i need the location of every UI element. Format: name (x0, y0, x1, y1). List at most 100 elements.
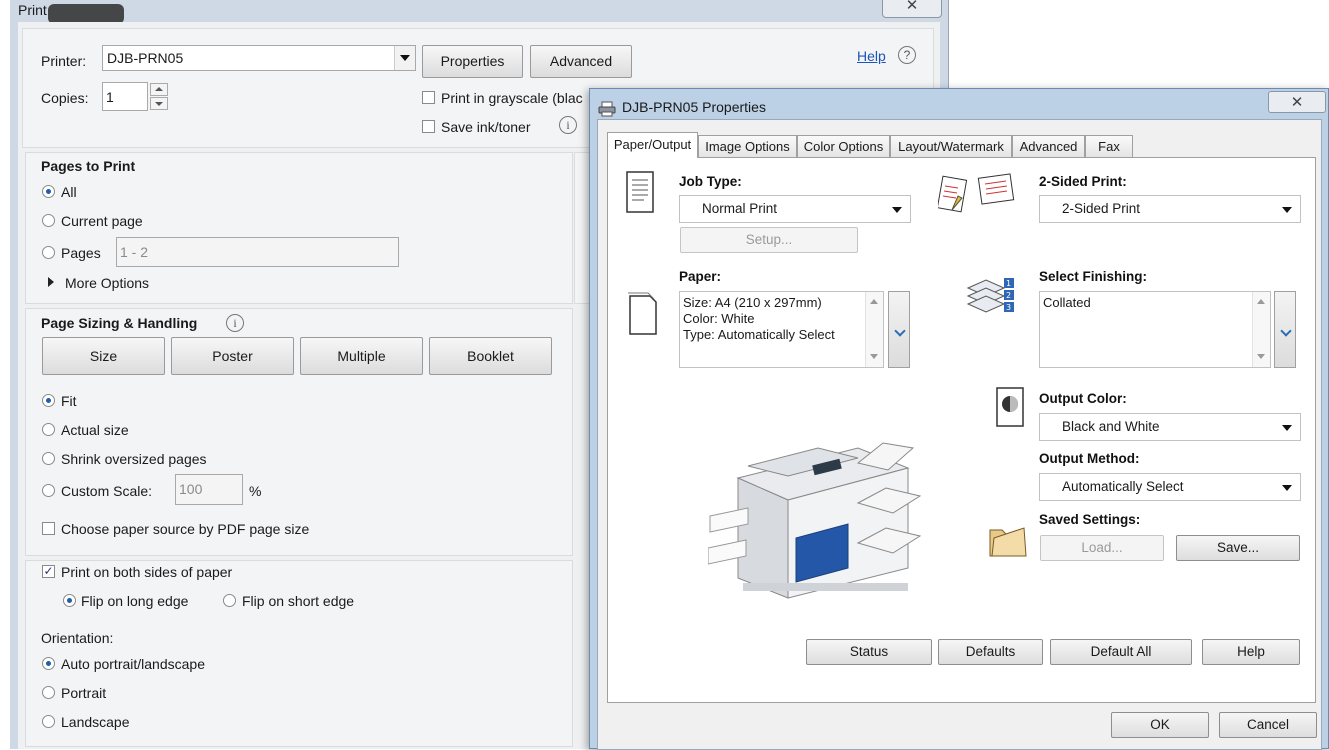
two-sided-label: 2-Sided Print: (1039, 174, 1127, 189)
chevron-down-icon (1282, 485, 1292, 491)
output-method-value: Automatically Select (1062, 479, 1184, 494)
copies-input[interactable]: 1 (102, 82, 148, 111)
long-edge-radio[interactable] (63, 594, 76, 607)
output-color-value: Black and White (1062, 419, 1160, 434)
paper-summary-text: Size: A4 (210 x 297mm) Color: White Type… (683, 295, 835, 343)
printer-select[interactable]: DJB-PRN05 (102, 45, 416, 71)
default-all-button[interactable]: Default All (1050, 639, 1192, 665)
custom-scale-value: 100 (179, 481, 203, 497)
shrink-label: Shrink oversized pages (61, 451, 207, 467)
shrink-radio[interactable] (42, 452, 55, 465)
scroll-up-icon[interactable] (870, 299, 878, 304)
finishing-stack-icon: 1 2 3 (966, 276, 1018, 319)
properties-dialog-title: DJB-PRN05 Properties (622, 99, 766, 115)
fit-radio[interactable] (42, 394, 55, 407)
copies-label: Copies: (41, 90, 89, 106)
scroll-down-icon[interactable] (1257, 354, 1265, 359)
paper-color-line: Color: White (683, 311, 755, 326)
actual-size-radio[interactable] (42, 423, 55, 436)
two-sided-value: 2-Sided Print (1062, 201, 1141, 216)
current-page-radio[interactable] (42, 214, 55, 227)
pages-all-label: All (61, 184, 77, 200)
pages-range-input[interactable]: 1 - 2 (116, 237, 399, 267)
custom-scale-input[interactable]: 100 (175, 474, 243, 505)
booklet-button[interactable]: Booklet (429, 337, 552, 375)
both-sides-checkbox[interactable]: ✓ (42, 565, 55, 578)
both-sides-label: Print on both sides of paper (61, 564, 233, 580)
portrait-label: Portrait (61, 685, 107, 701)
short-edge-label: Flip on short edge (242, 593, 355, 609)
print-close-button[interactable]: ✕ (882, 0, 942, 18)
poster-button[interactable]: Poster (171, 337, 294, 375)
grayscale-checkbox[interactable] (422, 91, 435, 104)
pages-range-radio[interactable] (42, 246, 55, 259)
help-button[interactable]: Help (1202, 639, 1300, 665)
printer-icon (598, 101, 616, 120)
output-color-select[interactable]: Black and White (1039, 413, 1301, 441)
setup-button[interactable]: Setup... (680, 227, 858, 253)
chevron-down-icon (394, 46, 415, 70)
landscape-radio[interactable] (42, 715, 55, 728)
ok-button[interactable]: OK (1111, 712, 1209, 738)
paper-summary-list[interactable]: Size: A4 (210 x 297mm) Color: White Type… (679, 291, 884, 368)
svg-text:2: 2 (1006, 291, 1011, 300)
more-options-link[interactable]: More Options (65, 275, 149, 291)
tab-image-options[interactable]: Image Options (698, 135, 797, 157)
pages-all-radio[interactable] (42, 185, 55, 198)
paper-scrollbar[interactable] (865, 292, 883, 367)
page-sizing-heading: Page Sizing & Handling (41, 315, 198, 331)
size-button[interactable]: Size (42, 337, 165, 375)
scroll-up-icon[interactable] (1257, 299, 1265, 304)
tab-layout-watermark[interactable]: Layout/Watermark (890, 135, 1012, 157)
properties-close-button[interactable]: ✕ (1268, 91, 1326, 113)
tab-color-options[interactable]: Color Options (797, 135, 890, 157)
info-icon[interactable]: i (559, 116, 577, 134)
help-icon[interactable]: ? (898, 46, 916, 64)
paper-source-checkbox[interactable] (42, 522, 55, 535)
short-edge-radio[interactable] (223, 594, 236, 607)
pages-range-value: 1 - 2 (120, 244, 149, 260)
printer-label: Printer: (41, 53, 87, 69)
tab-advanced[interactable]: Advanced (1012, 135, 1085, 157)
actual-size-label: Actual size (61, 422, 129, 438)
multiple-button[interactable]: Multiple (300, 337, 423, 375)
save-settings-button[interactable]: Save... (1176, 535, 1300, 561)
custom-scale-radio[interactable] (42, 484, 55, 497)
tab-paper-output[interactable]: Paper/Output (607, 132, 698, 158)
custom-scale-label: Custom Scale: (61, 483, 153, 499)
load-button[interactable]: Load... (1040, 535, 1164, 561)
pages-range-label: Pages (61, 245, 101, 261)
copies-increment-button[interactable] (150, 83, 168, 96)
copies-decrement-button[interactable] (150, 97, 168, 110)
finishing-expand-button[interactable] (1274, 291, 1296, 368)
save-ink-label: Save ink/toner (441, 119, 531, 135)
output-method-select[interactable]: Automatically Select (1039, 473, 1301, 501)
auto-orientation-radio[interactable] (42, 657, 55, 670)
paper-expand-button[interactable] (888, 291, 910, 368)
cancel-button[interactable]: Cancel (1219, 712, 1317, 738)
two-sided-select[interactable]: 2-Sided Print (1039, 195, 1301, 223)
expand-triangle-icon[interactable] (48, 277, 54, 287)
status-button[interactable]: Status (806, 639, 932, 665)
advanced-button[interactable]: Advanced (530, 45, 632, 78)
job-type-label: Job Type: (679, 174, 742, 189)
job-type-select[interactable]: Normal Print (679, 195, 911, 223)
save-ink-checkbox[interactable] (422, 120, 435, 133)
info-icon[interactable]: i (226, 314, 244, 332)
landscape-label: Landscape (61, 714, 130, 730)
properties-client-area: Paper/Output Image Options Color Options… (597, 119, 1322, 750)
properties-dialog: DJB-PRN05 Properties ✕ Paper/Output Imag… (589, 88, 1329, 750)
paper-label: Paper: (679, 269, 722, 284)
finishing-scrollbar[interactable] (1252, 292, 1270, 367)
portrait-radio[interactable] (42, 686, 55, 699)
tab-fax[interactable]: Fax (1085, 135, 1133, 157)
defaults-button[interactable]: Defaults (938, 639, 1043, 665)
output-method-label: Output Method: (1039, 451, 1140, 466)
paper-output-panel: Job Type: Normal Print Setup... 2-Sided … (607, 157, 1316, 703)
scroll-down-icon[interactable] (870, 354, 878, 359)
two-sided-icon (936, 172, 1018, 223)
properties-button[interactable]: Properties (422, 45, 523, 78)
help-link[interactable]: Help (857, 48, 886, 64)
paper-size-line: Size: A4 (210 x 297mm) (683, 295, 822, 310)
finishing-list[interactable]: Collated (1039, 291, 1271, 368)
